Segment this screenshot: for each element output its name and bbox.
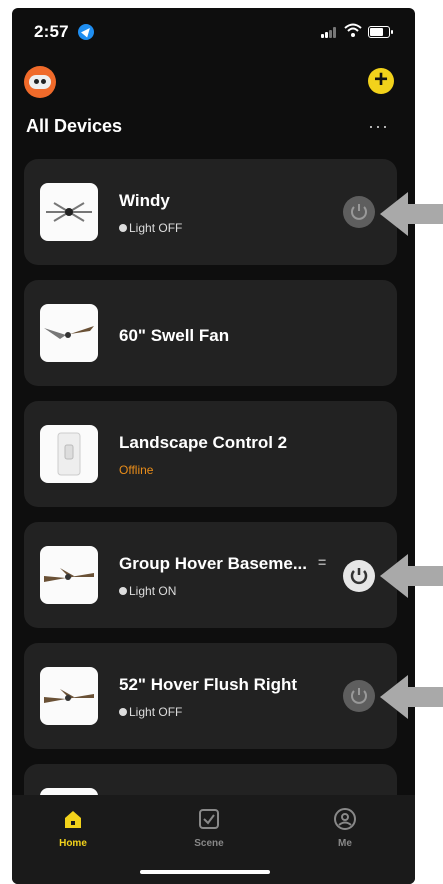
device-status: Light OFF (129, 221, 183, 235)
device-card-landscape-control[interactable]: Landscape Control 2 Offline (24, 401, 397, 507)
status-time: 2:57 (34, 22, 69, 41)
device-status: Light OFF (129, 705, 183, 719)
tab-scene[interactable]: Scene (179, 807, 239, 849)
power-icon (351, 204, 367, 220)
power-button[interactable] (343, 196, 375, 228)
wifi-icon (344, 23, 362, 37)
tab-me[interactable]: Me (315, 807, 375, 849)
annotation-arrow-icon (380, 192, 443, 236)
power-button[interactable] (343, 680, 375, 712)
device-name: Windy (119, 191, 170, 210)
device-thumbnail (40, 546, 98, 604)
device-status: Offline (119, 463, 154, 477)
page-title: All Devices (26, 116, 123, 136)
tab-home[interactable]: Home (43, 807, 103, 849)
annotation-arrow-icon (380, 554, 443, 598)
add-device-button[interactable]: + (368, 68, 394, 94)
home-icon (65, 811, 81, 828)
device-card-windy[interactable]: Windy Light OFF (24, 159, 397, 265)
app-screen: 2:57 + All Devices ··· Windy Light OFF 6… (12, 8, 415, 884)
device-name: 52" Hover Flush Right (119, 675, 298, 694)
device-name: 60" Swell Fan (119, 326, 230, 345)
device-card-swell-fan[interactable]: 60" Swell Fan (24, 280, 397, 386)
annotation-arrow-icon (380, 675, 443, 719)
group-icon: = (318, 554, 327, 570)
signal-icon (321, 27, 337, 38)
scene-icon (199, 809, 219, 829)
device-thumbnail (40, 425, 98, 483)
device-thumbnail (40, 667, 98, 725)
battery-icon (368, 26, 393, 38)
device-name: Group Hover Baseme... (119, 554, 308, 573)
device-card-hover-flush-right[interactable]: 52" Hover Flush Right Light OFF (24, 643, 397, 749)
tab-label: Scene (194, 838, 224, 849)
power-icon (351, 688, 367, 704)
status-bar: 2:57 (12, 8, 415, 50)
avatar[interactable] (24, 66, 56, 98)
device-status: Light ON (129, 584, 177, 598)
tab-label: Home (59, 838, 87, 849)
power-icon (350, 568, 368, 585)
more-options-button[interactable]: ··· (368, 116, 389, 137)
power-button[interactable] (343, 560, 375, 592)
status-dot (119, 587, 127, 595)
tab-label: Me (338, 838, 352, 849)
device-thumbnail (40, 304, 98, 362)
device-name: Landscape Control 2 (119, 433, 288, 452)
status-dot (119, 708, 127, 716)
home-indicator (140, 870, 270, 874)
profile-icon (334, 808, 356, 830)
device-thumbnail (40, 183, 98, 241)
status-dot (119, 224, 127, 232)
location-icon (78, 24, 94, 40)
device-card-group-hover[interactable]: Group Hover Baseme... Light ON = (24, 522, 397, 628)
